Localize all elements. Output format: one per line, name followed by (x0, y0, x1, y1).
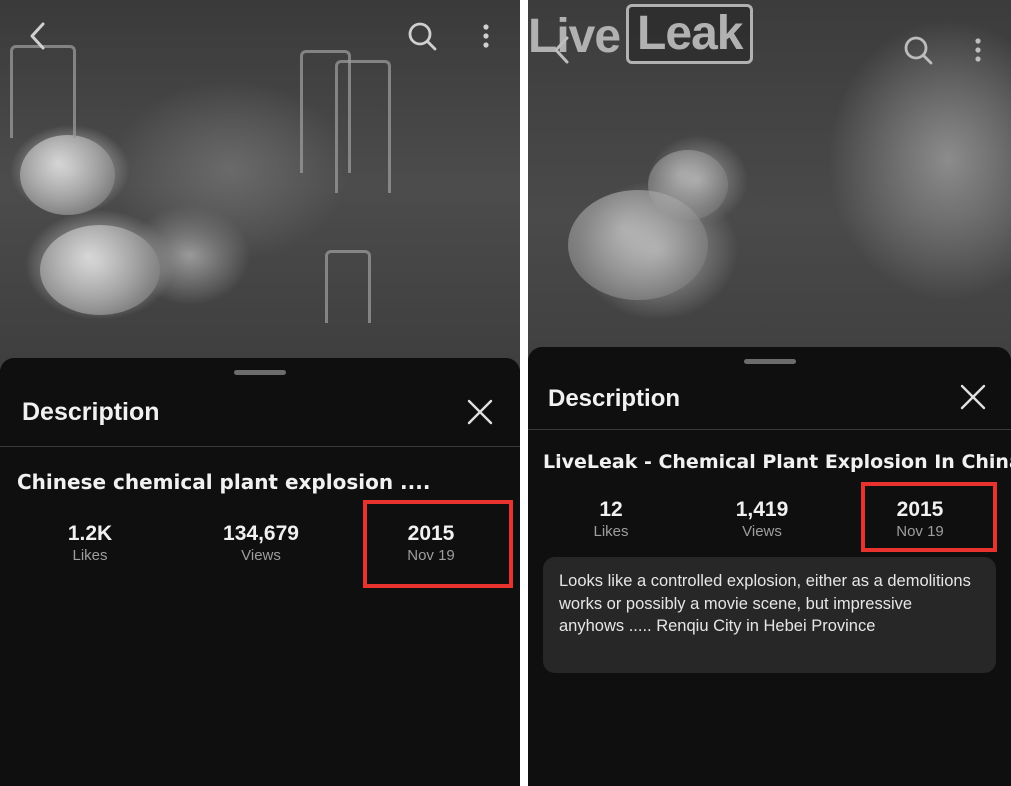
likes-stat: 12 Likes (536, 498, 686, 542)
divider (528, 429, 1011, 430)
search-button[interactable] (406, 22, 438, 54)
divider (0, 446, 520, 447)
watermark-leak: Leak (626, 4, 754, 64)
tank-shape (20, 135, 115, 215)
views-label: Views (742, 523, 782, 540)
close-button[interactable] (957, 383, 989, 415)
views-count: 1,419 (735, 498, 789, 521)
sheet-drag-handle[interactable] (234, 370, 286, 375)
likes-stat: 1.2K Likes (15, 522, 165, 566)
sheet-title: Description (548, 385, 681, 412)
search-icon (407, 21, 437, 56)
highlight-box (861, 482, 997, 552)
chevron-left-icon (28, 21, 48, 56)
close-icon (467, 399, 493, 430)
tank-shape (40, 225, 160, 315)
video-screen-right: Live Leak Description LiveLeak - Chemica… (528, 0, 1011, 786)
pipe-shape (325, 250, 371, 323)
pipe-shape (10, 45, 76, 138)
back-button[interactable] (22, 22, 54, 54)
more-vertical-icon (482, 23, 490, 54)
more-vertical-icon (974, 37, 982, 68)
likes-label: Likes (593, 523, 629, 540)
chevron-left-icon (552, 35, 572, 70)
video-player[interactable]: Live Leak (528, 0, 1011, 360)
video-player[interactable] (0, 0, 520, 370)
video-title: Chinese chemical plant explosion .... (17, 470, 431, 494)
likes-count: 1.2K (67, 522, 113, 545)
views-count: 134,679 (223, 522, 299, 545)
description-sheet: Description LiveLeak - Chemical Plant Ex… (528, 347, 1011, 786)
back-button[interactable] (546, 36, 578, 68)
description-sheet: Description Chinese chemical plant explo… (0, 358, 520, 786)
views-stat: 134,679 Views (186, 522, 336, 566)
more-options-button[interactable] (962, 36, 994, 68)
sheet-drag-handle[interactable] (743, 359, 796, 364)
smoke-shape (648, 150, 728, 220)
likes-label: Likes (72, 547, 108, 564)
description-text: Looks like a controlled explosion, eithe… (543, 557, 996, 673)
video-screen-left: Description Chinese chemical plant explo… (0, 0, 520, 786)
sheet-title: Description (22, 398, 160, 426)
search-icon (903, 35, 933, 70)
likes-count: 12 (599, 498, 623, 521)
views-stat: 1,419 Views (687, 498, 837, 542)
search-button[interactable] (902, 36, 934, 68)
highlight-box (363, 500, 513, 588)
views-label: Views (241, 547, 281, 564)
close-button[interactable] (464, 398, 496, 430)
video-title: LiveLeak - Chemical Plant Explosion In C… (543, 451, 1011, 473)
close-icon (960, 384, 986, 415)
more-options-button[interactable] (470, 22, 502, 54)
pipe-shape (335, 60, 391, 193)
